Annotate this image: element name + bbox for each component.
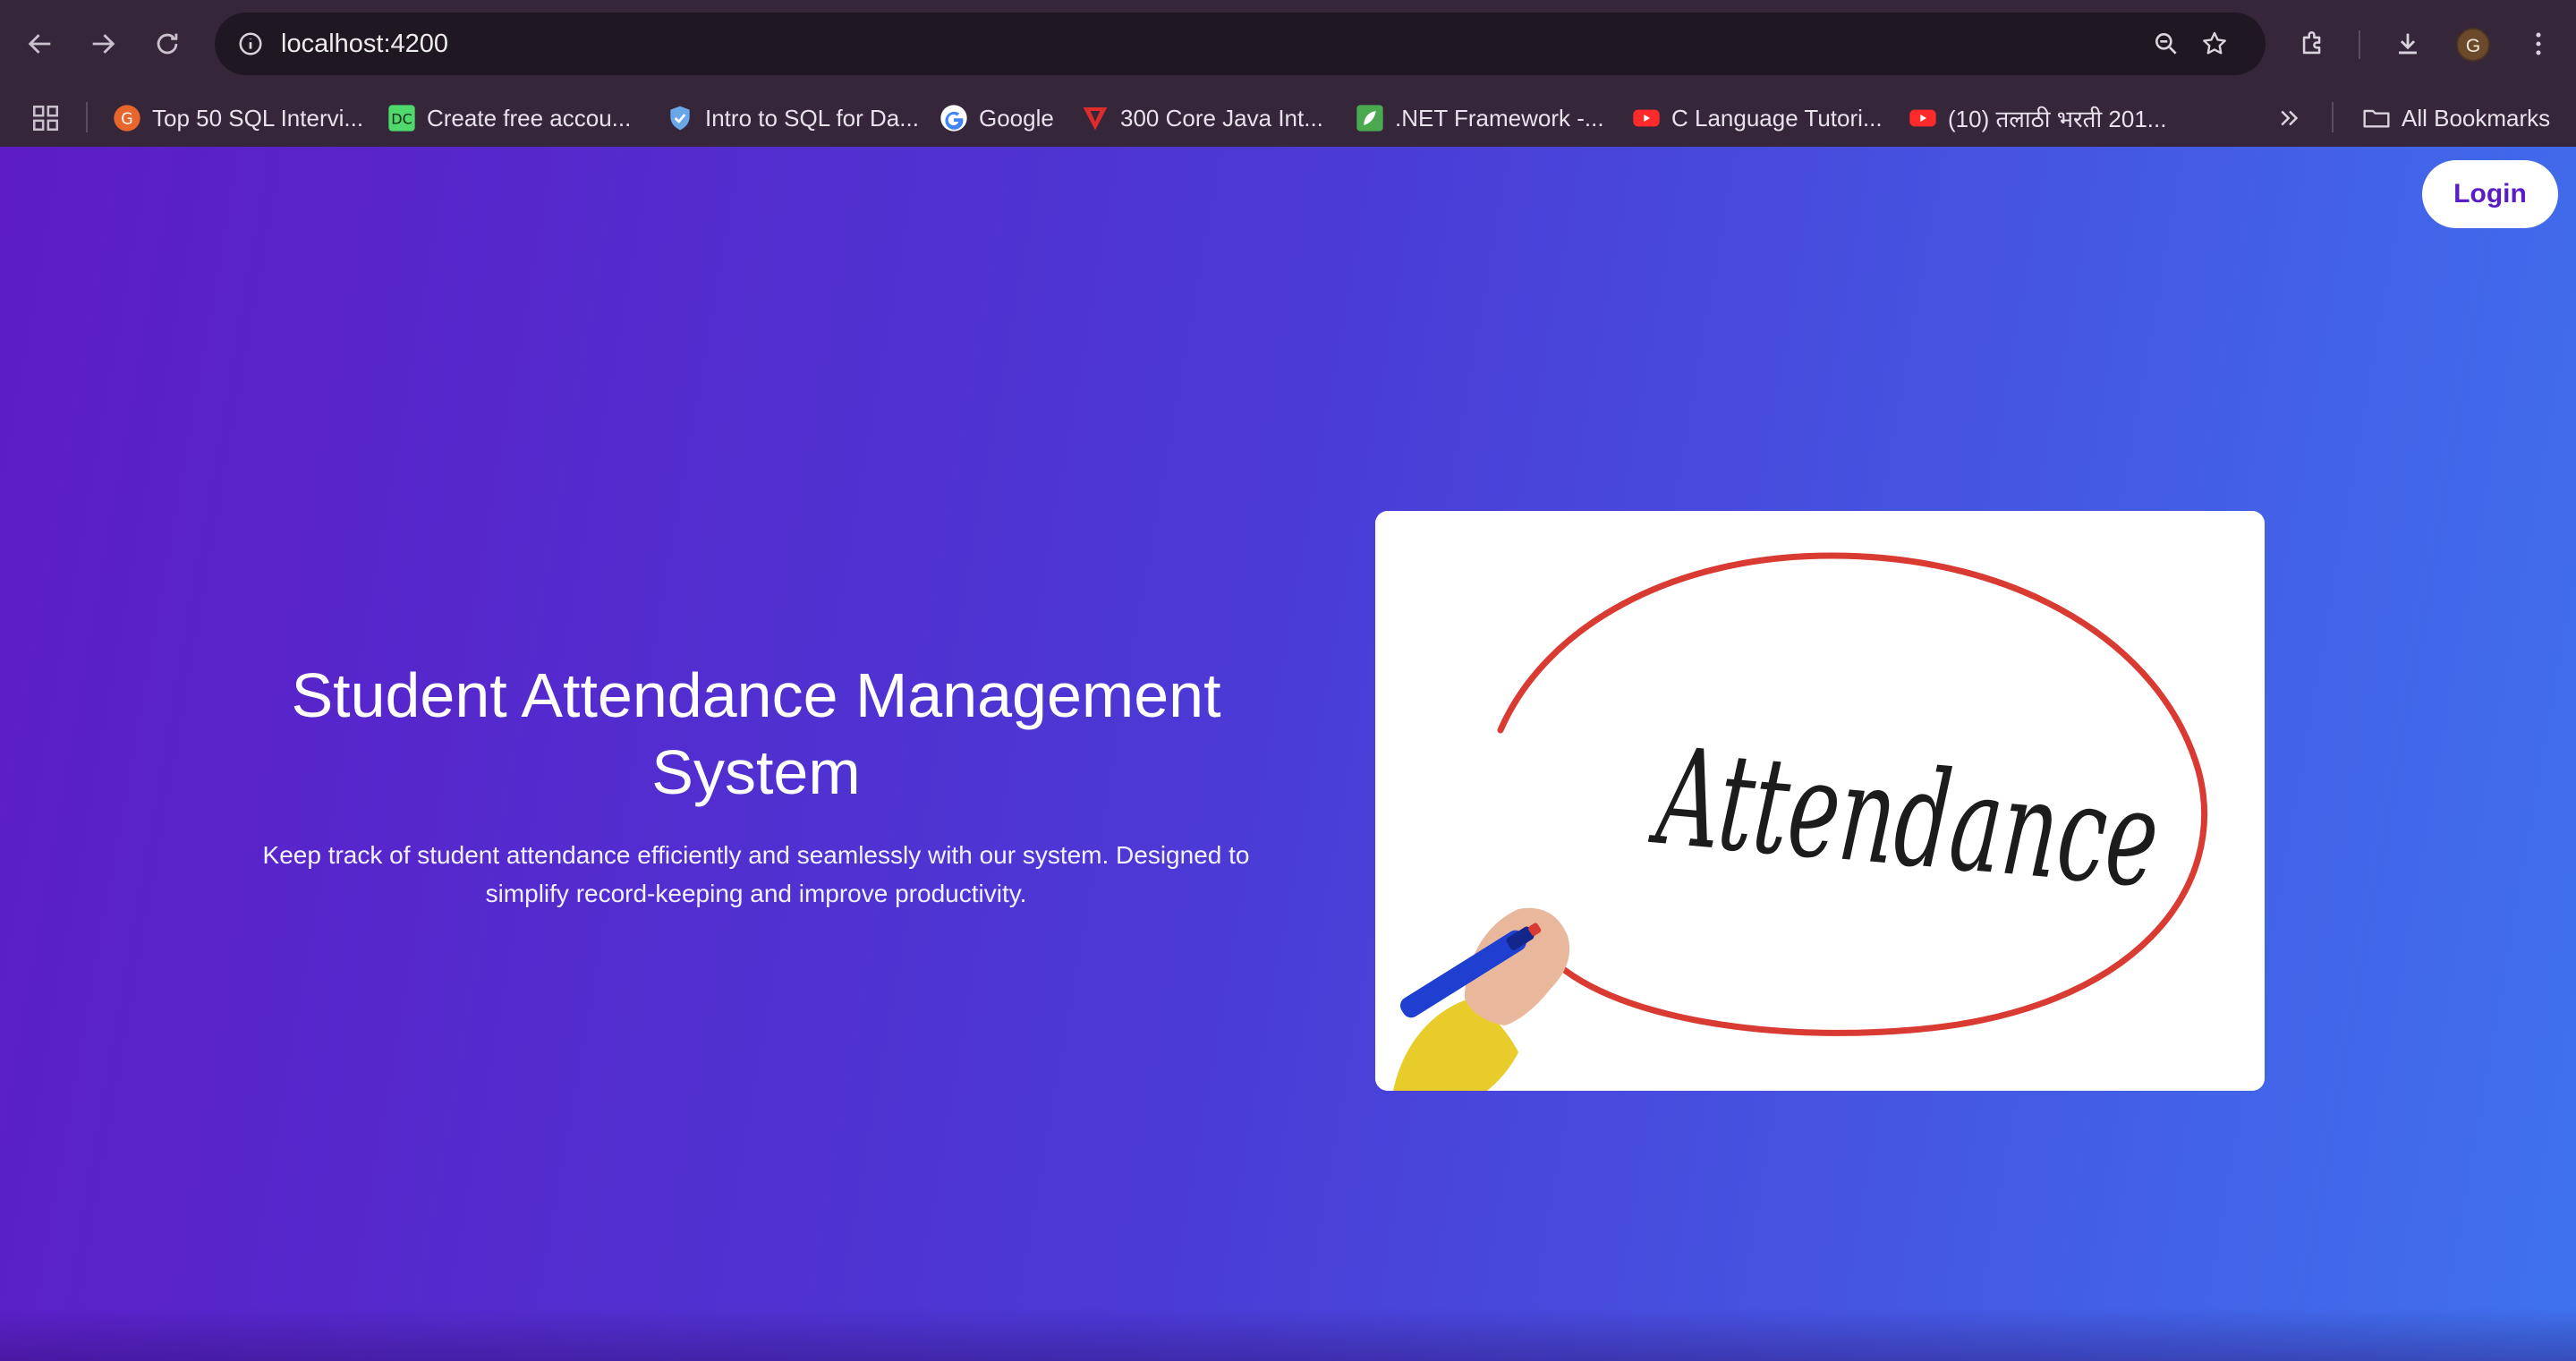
address-bar[interactable]: localhost:4200 [215,13,2266,75]
toolbar-divider [2359,30,2360,59]
profile-avatar[interactable]: G [2456,28,2490,62]
browser-toolbar: localhost:4200 G [0,0,2576,89]
bookmark-item[interactable]: (10) तलाठी भरती 201... [1909,100,2166,136]
youtube-icon [1909,104,1937,132]
bookmark-item[interactable]: 300 Core Java Int... [1081,100,1323,136]
attendance-illustration: Attendance [1375,511,2265,1091]
bookmark-star-button[interactable] [2196,25,2233,63]
landing-page: Login Student Attendance Management Syst… [0,147,2576,1361]
double-chevron-right-icon [2281,110,2299,126]
reload-icon [157,33,178,55]
zoom-button[interactable] [2147,25,2185,63]
arrow-right-icon [92,34,115,54]
forward-button[interactable] [82,23,123,64]
zoom-out-icon [2155,32,2177,55]
puzzle-icon [2302,31,2321,55]
orange-circle-icon: G [113,104,141,132]
url-text[interactable]: localhost:4200 [281,13,448,75]
youtube-icon [1632,104,1661,132]
page-subtitle: Keep track of student attendance efficie… [262,841,1250,907]
all-bookmarks-label: All Bookmarks [2402,104,2551,132]
bookmark-label: Intro to SQL for Da... [705,104,919,132]
bookmarks-divider [86,102,88,132]
login-button[interactable]: Login [2422,160,2558,228]
svg-text:G: G [121,111,132,129]
hero-text: Student Attendance Management System Kee… [224,657,1288,913]
info-icon [239,32,262,55]
attendance-image: Attendance [1375,511,2265,1091]
download-icon [2399,33,2417,55]
bookmark-label: Create free accou... [427,104,632,132]
kebab-menu-icon [2536,32,2541,55]
bookmark-item[interactable]: .NET Framework -... [1356,100,1604,136]
all-bookmarks-button[interactable]: All Bookmarks [2362,100,2550,136]
bookmark-item[interactable]: Google [939,100,1054,136]
bookmark-item[interactable]: DC Create free accou... [387,100,631,136]
green-leaf-icon [1356,104,1384,132]
red-v-icon [1081,104,1109,132]
bookmarks-divider [2332,102,2334,132]
bookmark-item[interactable]: Intro to SQL for Da... [666,100,919,136]
bookmark-label: (10) तलाठी भरती 201... [1948,106,2167,132]
datacamp-icon: DC [387,104,416,132]
bookmark-label: Google [979,104,1054,132]
downloads-button[interactable] [2387,23,2428,64]
folder-icon [2362,104,2391,132]
more-bookmarks-button[interactable] [2276,100,2303,136]
apps-grid-icon [32,105,59,132]
reload-button[interactable] [147,23,188,64]
star-icon [2203,31,2226,55]
bookmark-label: 300 Core Java Int... [1120,104,1323,132]
shield-icon [666,104,694,132]
site-info-button[interactable] [231,24,270,64]
bookmark-label: Top 50 SQL Intervi... [152,104,364,132]
google-icon [939,104,968,132]
page-title: Student Attendance Management System [291,660,1221,807]
arrow-left-icon [28,34,51,54]
back-button[interactable] [20,23,61,64]
bookmark-label: C Language Tutori... [1671,104,1883,132]
bookmark-item[interactable]: C Language Tutori... [1632,100,1883,136]
bookmark-label: .NET Framework -... [1395,104,1604,132]
svg-text:DC: DC [391,111,412,128]
apps-button[interactable] [30,100,61,136]
browser-menu-button[interactable] [2518,23,2559,64]
extensions-button[interactable] [2292,23,2334,64]
bookmark-item[interactable]: G Top 50 SQL Intervi... [113,100,363,136]
